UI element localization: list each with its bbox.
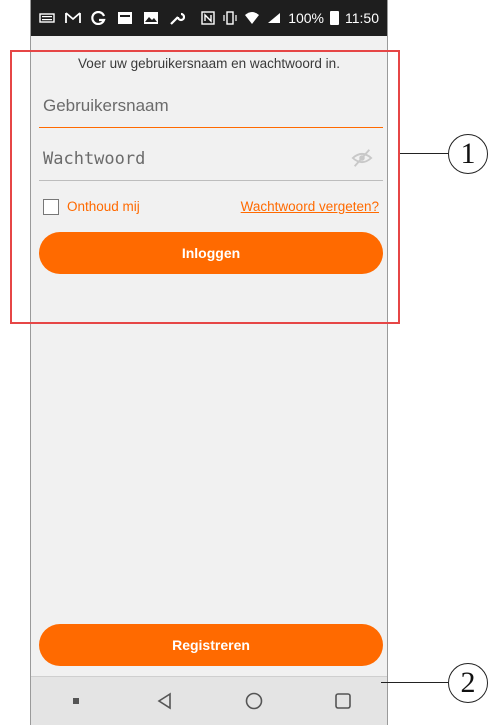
- callout-1-leader: [400, 153, 448, 154]
- login-screen: Voer uw gebruikersnaam en wachtwoord in.…: [31, 36, 387, 666]
- back-triangle-icon: [157, 692, 171, 710]
- gmail-icon: [65, 12, 81, 23]
- nav-dot-button[interactable]: [62, 687, 90, 715]
- keyboard-icon: [39, 13, 55, 23]
- g-icon: [91, 11, 106, 25]
- callout-2: 2: [448, 663, 488, 703]
- battery-percent: 100%: [288, 10, 324, 26]
- wifi-icon: [245, 12, 260, 24]
- photos-icon: [144, 12, 158, 24]
- register-button[interactable]: Registreren: [39, 624, 383, 666]
- dot-icon: [72, 698, 79, 704]
- gallery-icon: [118, 12, 132, 24]
- status-time: 11:50: [345, 10, 379, 26]
- status-right: 100% 11:50: [200, 10, 379, 26]
- phone-screen: 100% 11:50 Voer uw gebruikersnaam en wac…: [30, 0, 388, 725]
- password-input[interactable]: [39, 137, 383, 180]
- login-button[interactable]: Inloggen: [39, 232, 383, 274]
- remember-row: Onthoud mij Wachtwoord vergeten?: [31, 196, 387, 220]
- remember-label[interactable]: Onthoud mij: [67, 199, 140, 214]
- status-left-icons: [39, 11, 185, 25]
- forgot-password-link[interactable]: Wachtwoord vergeten?: [241, 199, 379, 214]
- recents-square-icon: [334, 693, 351, 709]
- username-input[interactable]: [39, 84, 383, 127]
- nav-home-button[interactable]: [240, 687, 268, 715]
- signal-icon: [268, 13, 281, 23]
- eye-hidden-icon[interactable]: [351, 147, 373, 169]
- home-circle-icon: [245, 692, 262, 710]
- nav-back-button[interactable]: [151, 687, 179, 715]
- nav-recents-button[interactable]: [329, 687, 357, 715]
- password-field[interactable]: [39, 137, 383, 181]
- callout-1: 1: [448, 134, 488, 174]
- vibrate-icon: [223, 11, 237, 25]
- nfc-icon: [201, 11, 215, 25]
- battery-icon: [330, 11, 339, 25]
- remember-checkbox[interactable]: [43, 199, 59, 215]
- username-field[interactable]: [39, 84, 383, 128]
- wrench-icon: [170, 12, 185, 25]
- callout-2-leader: [381, 682, 448, 683]
- login-instruction: Voer uw gebruikersnaam en wachtwoord in.: [78, 56, 340, 71]
- navigation-bar: [31, 676, 387, 725]
- status-bar: 100% 11:50: [31, 0, 387, 36]
